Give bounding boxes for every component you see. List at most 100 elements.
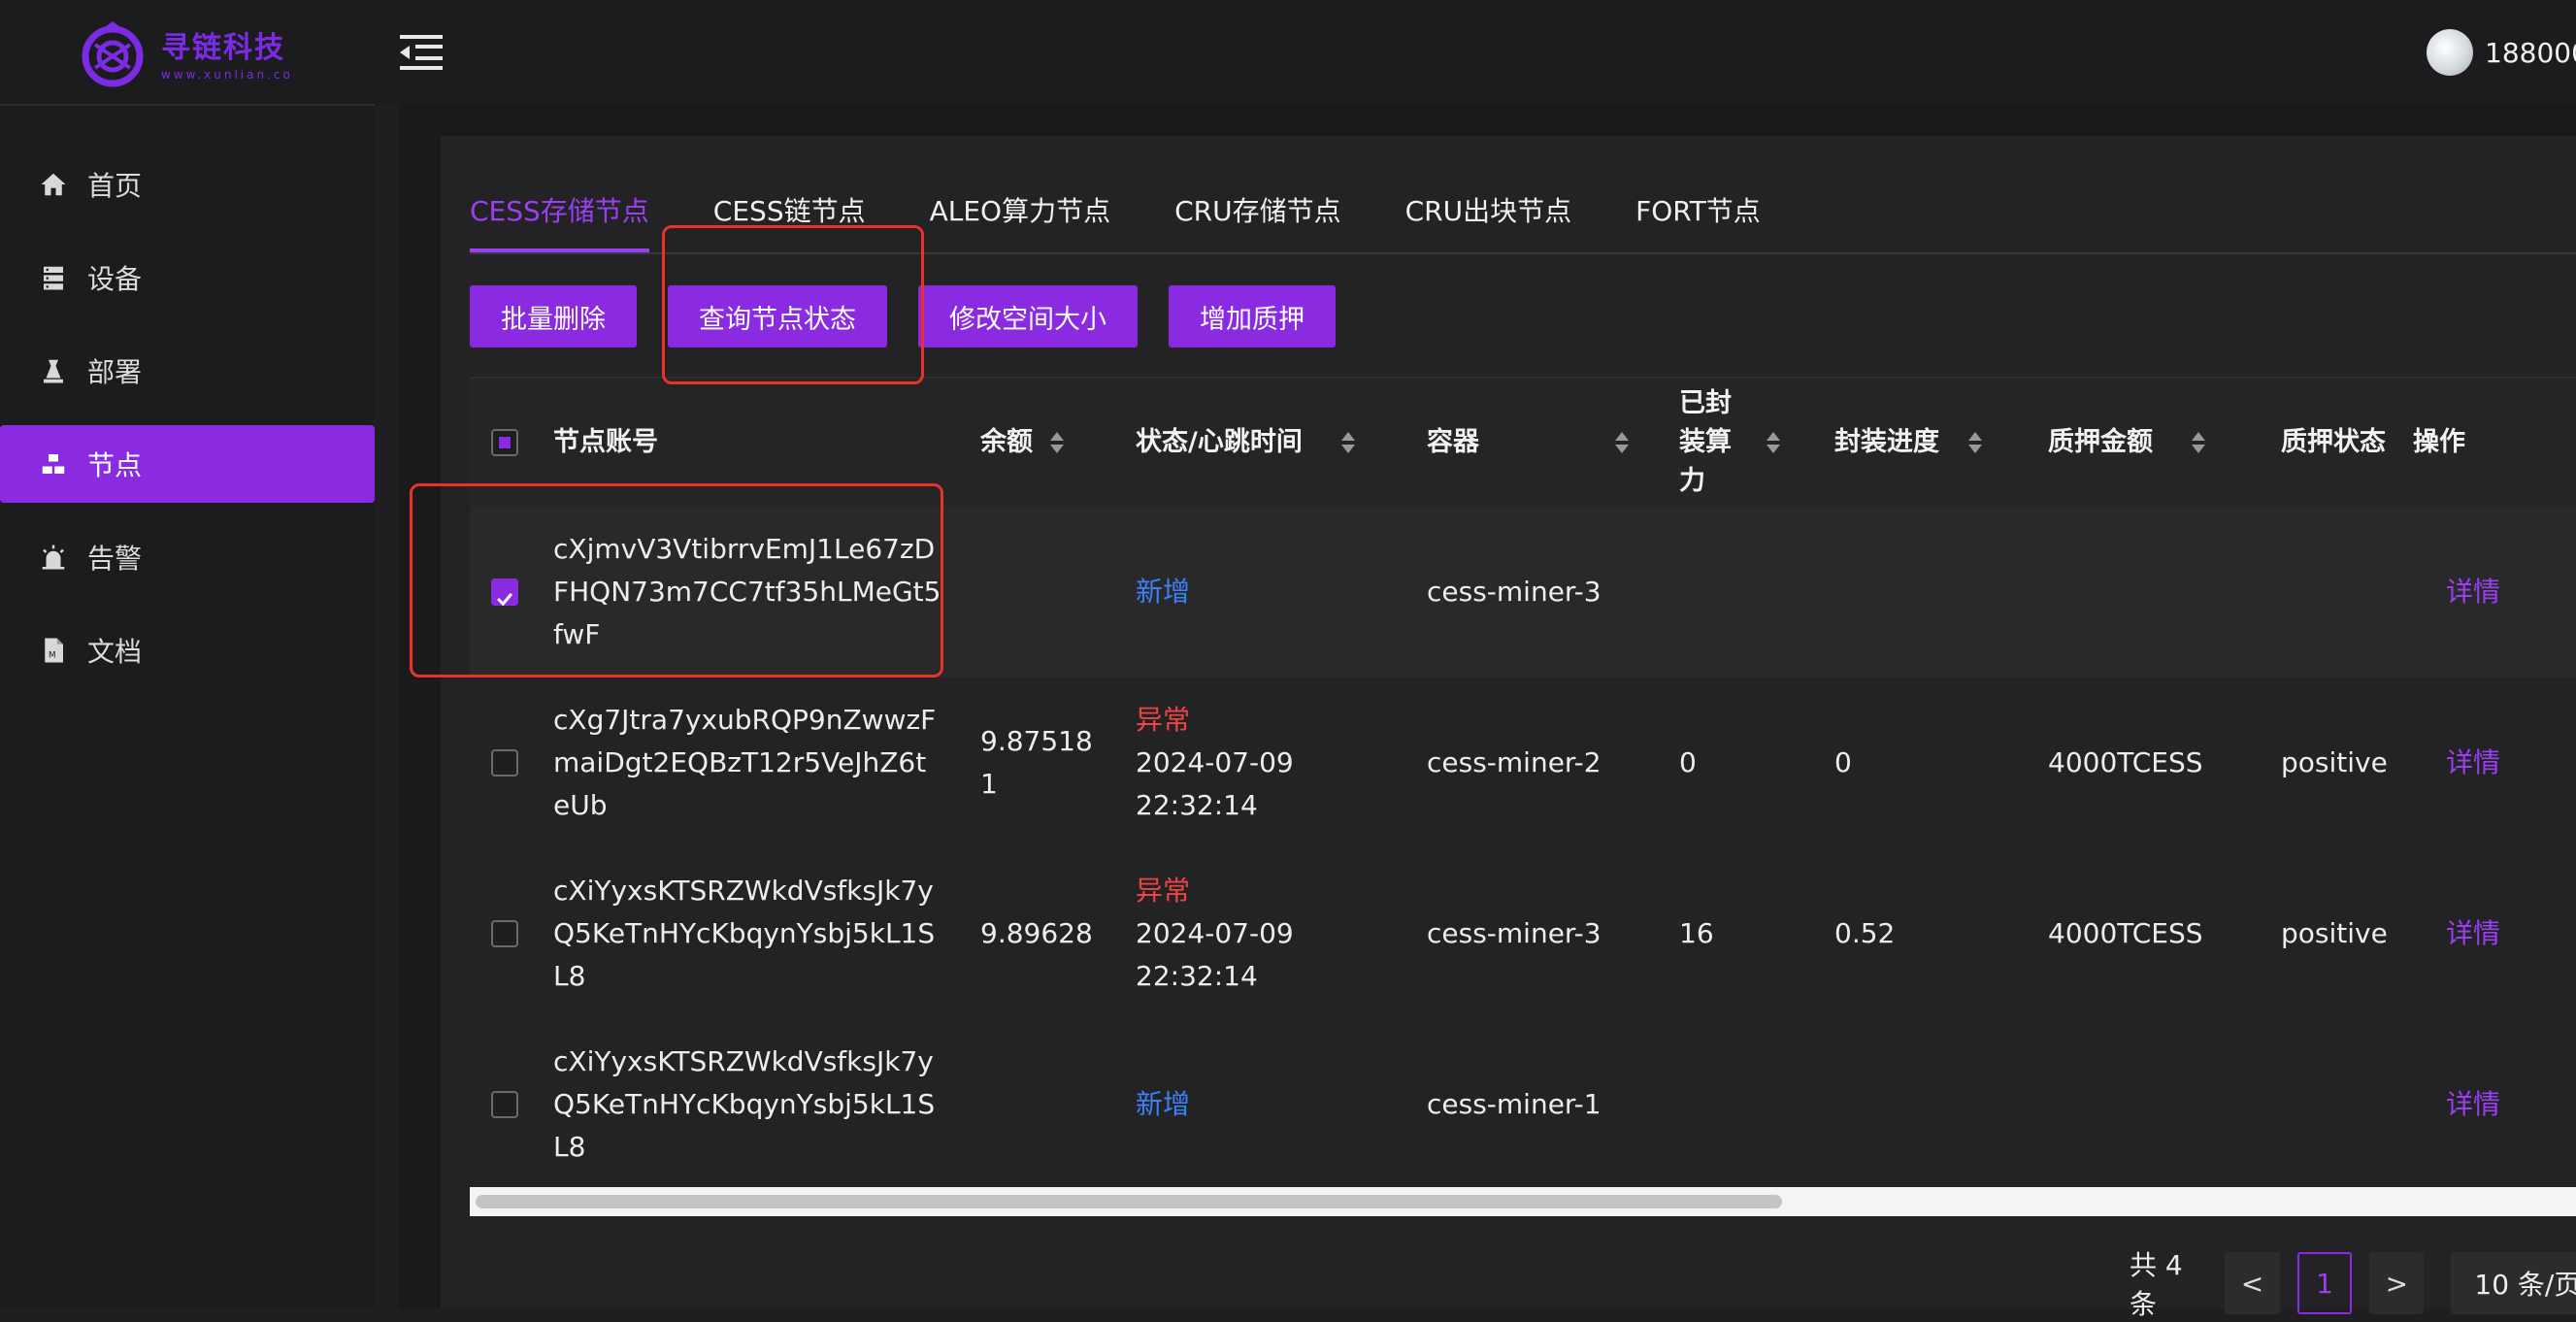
menu-collapse-icon[interactable] (398, 31, 445, 74)
pledge-amount: 4000TCESS (2048, 917, 2203, 949)
sort-icon[interactable] (1340, 432, 1355, 453)
tab-fort[interactable]: FORT节点 (1635, 186, 1761, 256)
tab-aleo-compute[interactable]: ALEO算力节点 (930, 186, 1111, 256)
pledge-amount: 4000TCESS (2048, 746, 2203, 778)
next-page-button[interactable]: > (2369, 1252, 2425, 1314)
brand-name: 寻链科技 (161, 31, 285, 65)
sort-icon[interactable] (1615, 432, 1629, 453)
container-name: cess-miner-3 (1427, 576, 1602, 608)
sidebar-item-label: 文档 (87, 636, 143, 668)
sidebar-item-docs[interactable]: M 文档 (0, 611, 375, 689)
page-size-select[interactable]: 10 条/页 (2451, 1252, 2576, 1314)
deploy-icon (44, 359, 63, 383)
server-icon (44, 266, 63, 290)
pledge-status: positive (2281, 917, 2388, 949)
heartbeat-time: 2024-07-09 22:32:14 (1136, 917, 1294, 992)
container-name: cess-miner-3 (1427, 917, 1602, 949)
brand-logo[interactable]: 寻链科技 www.xunlian.co (78, 17, 293, 87)
container-name: cess-miner-1 (1427, 1088, 1602, 1120)
status-badge: 新增 (1136, 576, 1191, 608)
node-account: cXiYyxsKTSRZWkdVsfksJk7yQ5KeTnHYcKbqynYs… (553, 1045, 936, 1163)
sidebar-item-alarm[interactable]: 告警 (0, 518, 375, 596)
row-select-cell (491, 1019, 518, 1190)
avatar[interactable] (2427, 29, 2473, 76)
row-checkbox[interactable] (491, 1091, 518, 1118)
col-action: 操作 (2413, 427, 2465, 457)
document-icon: M (45, 638, 63, 663)
tab-cru-storage[interactable]: CRU存储节点 (1174, 186, 1341, 256)
sort-icon[interactable] (1050, 432, 1064, 453)
col-balance-label: 余额 (980, 427, 1033, 457)
brand-logo-icon (82, 21, 144, 87)
col-progress-label: 封装进度 (1834, 427, 1939, 457)
row-select-cell (491, 848, 518, 1019)
resize-space-button[interactable]: 修改空间大小 (918, 285, 1138, 347)
home-icon (41, 173, 66, 196)
pagination: 共 4 条 < 1 > 10 条/页 (2130, 1244, 2576, 1322)
sidebar-item-devices[interactable]: 设备 (0, 239, 375, 316)
sidebar-item-home[interactable]: 首页 (0, 146, 375, 223)
table-row: cXiYyxsKTSRZWkdVsfksJk7yQ5KeTnHYcKbqynYs… (470, 848, 2576, 1019)
svg-text:M: M (49, 651, 56, 661)
col-pledge-status: 质押状态 (2281, 427, 2386, 457)
prev-page-button[interactable]: < (2225, 1252, 2280, 1314)
table-row: cXg7Jtra7yxubRQP9nZwwzFmaiDgt2EQBzT12r5V… (470, 678, 2576, 848)
sort-icon[interactable] (1767, 432, 1780, 453)
sort-icon[interactable] (1968, 432, 1982, 453)
row-checkbox[interactable] (491, 920, 518, 947)
sidebar-item-label: 部署 (87, 356, 143, 388)
container-name: cess-miner-2 (1427, 746, 1602, 778)
select-all-checkbox[interactable] (491, 429, 518, 456)
table-horizontal-scrollbar[interactable] (470, 1187, 2576, 1216)
col-balance[interactable]: 余额 (980, 379, 1064, 507)
tab-cru-block[interactable]: CRU出块节点 (1405, 186, 1572, 256)
detail-link[interactable]: 详情 (2446, 507, 2500, 678)
top-header: 18800001 (375, 0, 2576, 105)
sealed-power: 16 (1679, 917, 1714, 949)
sidebar-divider (0, 104, 375, 106)
annotation-box-query-button (662, 225, 924, 384)
sidebar-item-label: 首页 (87, 170, 143, 202)
col-pledge-amount-label: 质押金额 (2048, 427, 2153, 457)
row-select-cell (491, 678, 518, 848)
sidebar-item-label: 设备 (87, 263, 143, 295)
detail-link[interactable]: 详情 (2446, 678, 2500, 848)
col-progress[interactable]: 封装进度 (1834, 379, 1982, 507)
status-badge: 异常 (1136, 875, 1191, 907)
col-container-label: 容器 (1427, 427, 1479, 457)
seal-progress: 0.52 (1834, 917, 1896, 949)
user-menu[interactable]: 18800001 (2427, 29, 2576, 76)
seal-progress: 0 (1834, 746, 1852, 778)
sidebar-item-nodes[interactable]: 节点 (0, 425, 375, 503)
batch-delete-button[interactable]: 批量删除 (470, 285, 637, 347)
detail-link[interactable]: 详情 (2446, 1019, 2500, 1190)
sort-icon[interactable] (2192, 432, 2205, 453)
row-checkbox[interactable] (491, 749, 518, 777)
current-page[interactable]: 1 (2296, 1252, 2353, 1314)
detail-link[interactable]: 详情 (2446, 848, 2500, 1019)
node-account: cXiYyxsKTSRZWkdVsfksJk7yQ5KeTnHYcKbqynYs… (553, 875, 936, 992)
balance-value: 9.89628 (980, 917, 1093, 949)
nodes-icon (42, 454, 65, 474)
add-pledge-button[interactable]: 增加质押 (1169, 285, 1336, 347)
scrollbar-thumb[interactable] (476, 1195, 1782, 1208)
sidebar: 寻链科技 www.xunlian.co 首页 设备 部署 节点 告警 M 文档 (0, 0, 375, 1308)
sealed-power: 0 (1679, 746, 1697, 778)
sidebar-item-label: 节点 (87, 449, 143, 481)
col-sealed: 已封装算力 (1679, 388, 1732, 496)
col-sealed-sort[interactable] (1767, 379, 1780, 507)
sidebar-item-deploy[interactable]: 部署 (0, 332, 375, 410)
alarm-icon (42, 545, 65, 570)
col-status-label: 状态/心跳时间 (1136, 427, 1303, 457)
status-cell: 新增 (1136, 507, 1190, 678)
sidebar-nav: 首页 设备 部署 节点 告警 M 文档 (0, 146, 375, 705)
annotation-box-selected-row (410, 483, 943, 678)
status-cell: 异常 2024-07-09 22:32:14 (1136, 848, 1330, 1019)
pledge-status: positive (2281, 746, 2388, 778)
user-name[interactable]: 18800001 (2485, 37, 2576, 69)
col-pledge-amount[interactable]: 质押金额 (2048, 379, 2205, 507)
tab-cess-storage[interactable]: CESS存储节点 (470, 186, 649, 252)
col-status[interactable]: 状态/心跳时间 (1136, 379, 1355, 507)
status-cell: 新增 (1136, 1019, 1190, 1190)
col-container[interactable]: 容器 (1427, 379, 1629, 507)
